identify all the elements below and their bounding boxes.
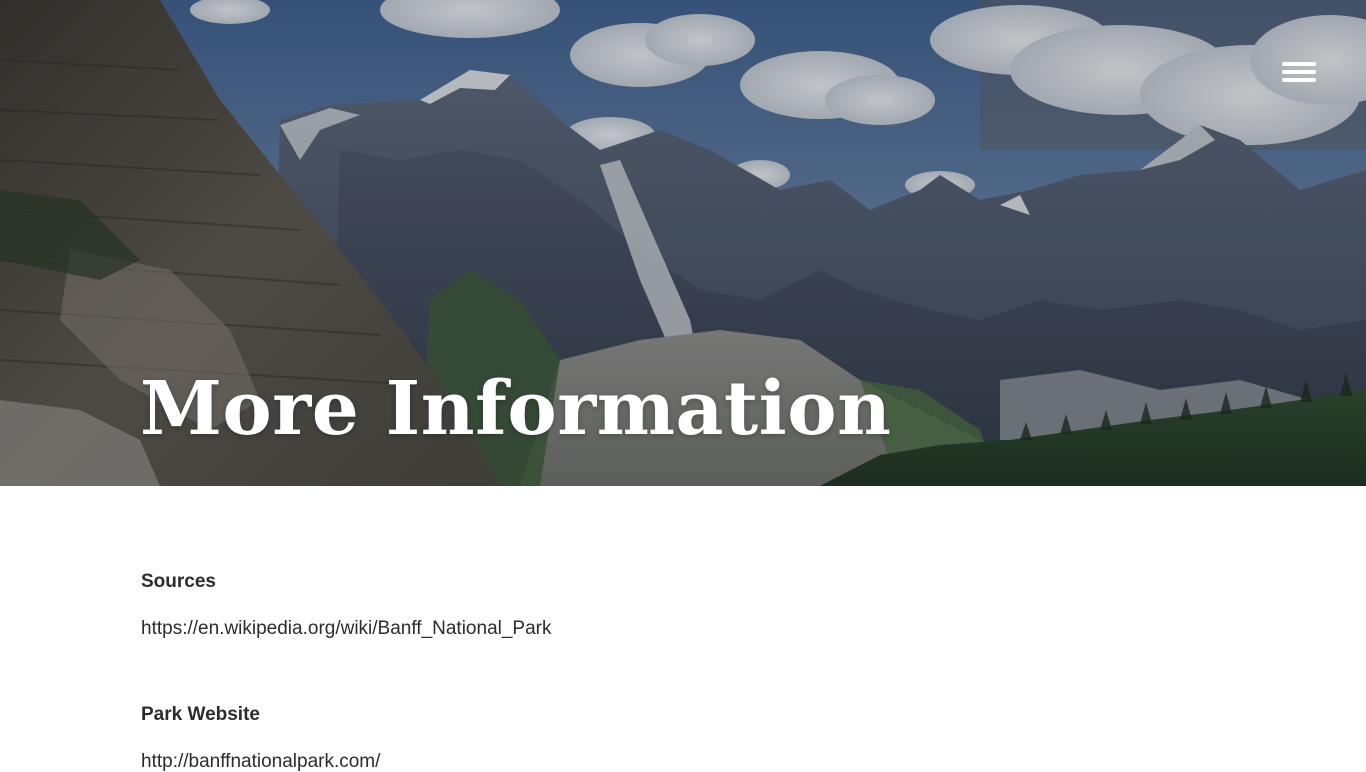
hero-banner: More Information — [0, 0, 1366, 486]
menu-bar — [1282, 62, 1316, 66]
section-heading: Sources — [141, 571, 216, 592]
sources-link[interactable]: https://en.wikipedia.org/wiki/Banff_Nati… — [141, 619, 552, 638]
main-content: Sources https://en.wikipedia.org/wiki/Ba… — [0, 486, 1366, 771]
menu-bar — [1282, 70, 1316, 74]
park-website-link[interactable]: http://banffnationalpark.com/ — [141, 752, 380, 771]
section-heading: Park Website — [141, 704, 260, 725]
page-title: More Information — [140, 366, 892, 452]
sources-section: Sources https://en.wikipedia.org/wiki/Ba… — [141, 572, 1041, 639]
park-website-section: Park Website http://banffnationalpark.co… — [141, 705, 1041, 772]
menu-bar — [1282, 78, 1316, 82]
hamburger-menu-icon[interactable] — [1276, 56, 1322, 88]
